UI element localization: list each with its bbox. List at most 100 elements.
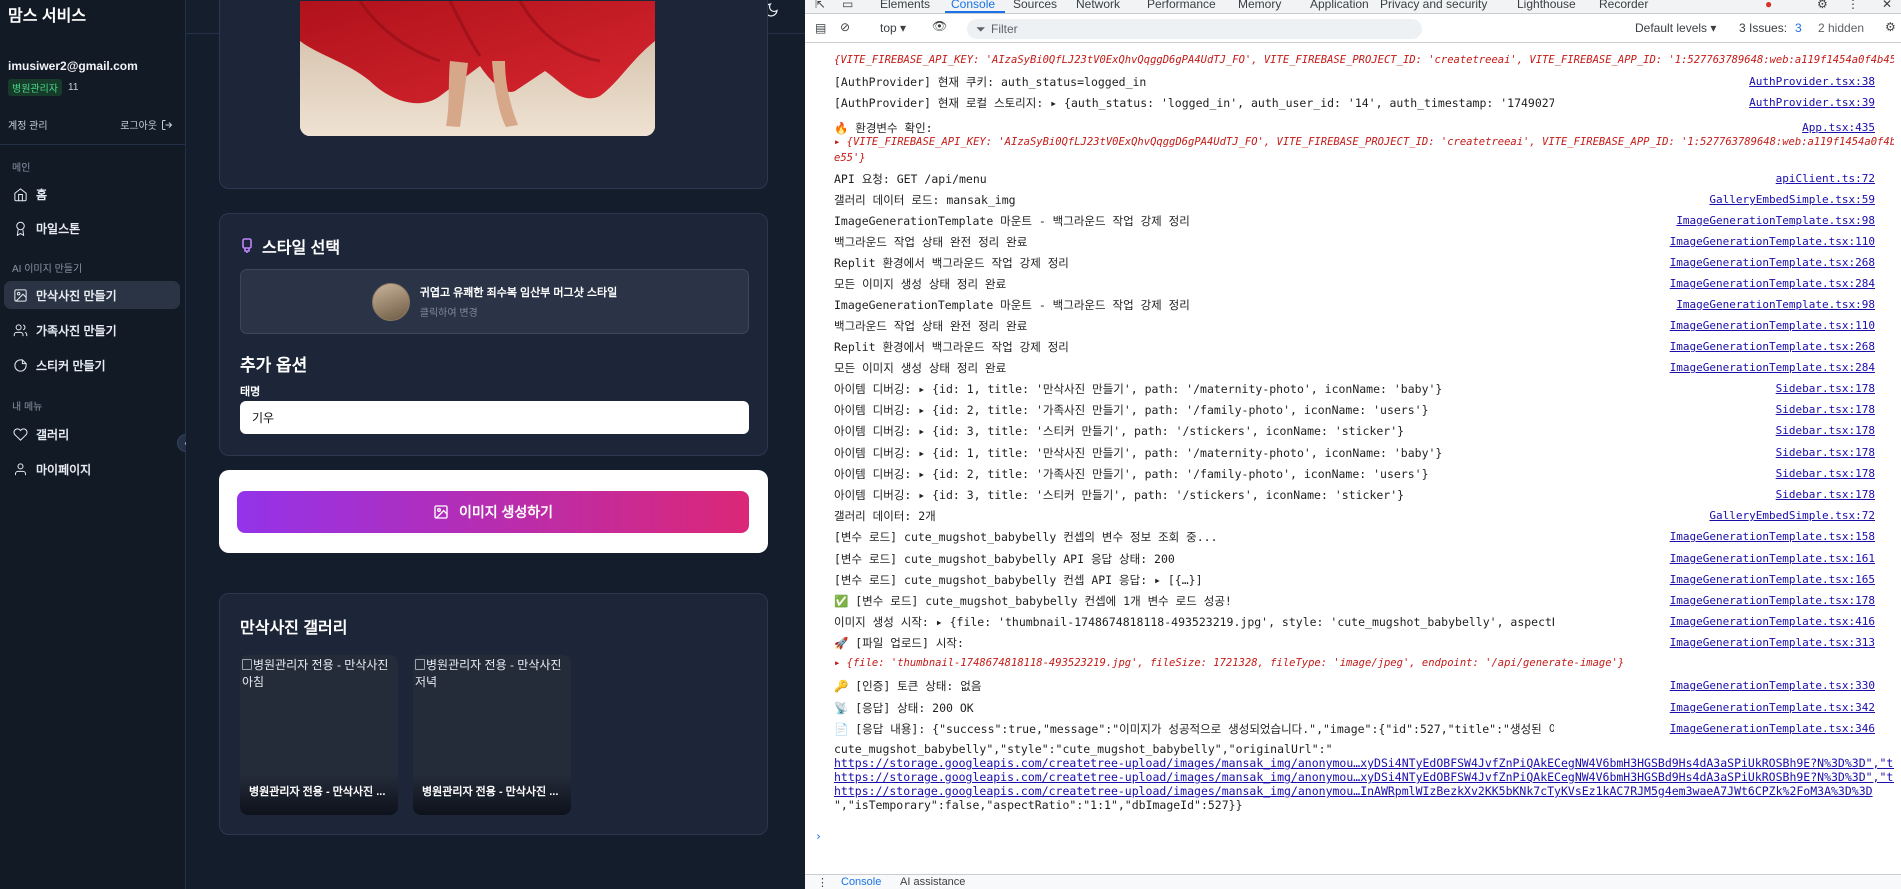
tab-elements[interactable]: Elements [880, 0, 930, 11]
console-source-link[interactable]: GalleryEmbedSimple.tsx:59 [1709, 192, 1875, 208]
sidebar-item-milestone[interactable]: 마일스톤 [4, 214, 180, 242]
sidebar-item-family-photo[interactable]: 가족사진 만들기 [4, 316, 180, 344]
console-source-link[interactable]: Sidebar.tsx:178 [1776, 466, 1875, 482]
gallery-item[interactable]: 병원관리자 전용 - 만삭사진 아침 병원관리자 전용 - 만삭사진 ... [240, 655, 398, 815]
console-log-message: ▸ {VITE_FIREBASE_API_KEY: 'AIzaSyBi0QfLJ… [834, 136, 1894, 148]
style-selector[interactable]: 귀엽고 유쾌한 죄수복 임산부 머그샷 스타일 클릭하여 변경 [240, 269, 749, 334]
console-source-link[interactable]: ImageGenerationTemplate.tsx:268 [1670, 339, 1875, 355]
filter-input[interactable]: ⏷ Filter [967, 19, 1422, 39]
inspect-icon[interactable]: ⇱ [815, 0, 825, 11]
issues-label[interactable]: 3 Issues: [1739, 21, 1787, 35]
console-source-link[interactable]: AuthProvider.tsx:38 [1749, 74, 1875, 90]
console-source-link[interactable]: Sidebar.tsx:178 [1776, 381, 1875, 397]
gallery-caption: 병원관리자 전용 - 만삭사진 ... [413, 775, 571, 815]
drawer-tab-ai-assistance[interactable]: AI assistance [900, 876, 965, 888]
console-source-link[interactable]: Sidebar.tsx:178 [1776, 445, 1875, 461]
tab-recorder[interactable]: Recorder [1599, 0, 1648, 11]
tab-sources[interactable]: Sources [1013, 0, 1057, 11]
console-log-message: API 요청: GET /api/menu [834, 172, 987, 186]
console-source-link[interactable]: ImageGenerationTemplate.tsx:416 [1670, 614, 1875, 630]
console-log-message: e55'} [834, 152, 866, 164]
console-source-link[interactable]: ImageGenerationTemplate.tsx:268 [1670, 255, 1875, 271]
more-options-icon[interactable]: ⋮ [1847, 0, 1859, 11]
console-source-link[interactable]: ImageGenerationTemplate.tsx:98 [1676, 297, 1875, 313]
console-log-message: ▸ {file: 'thumbnail-1748674818118-493523… [834, 657, 1625, 669]
console-source-link[interactable]: Sidebar.tsx:178 [1776, 402, 1875, 418]
console-log-message: 모든 이미지 생성 상태 정리 완료 [834, 361, 1007, 375]
console-source-link[interactable]: ImageGenerationTemplate.tsx:98 [1676, 213, 1875, 229]
log-level-selector[interactable]: Default levels ▾ [1635, 21, 1716, 35]
sticker-icon [14, 358, 27, 372]
console-log-message: 백그라운드 작업 상태 완전 정리 완료 [834, 319, 1028, 333]
sidebar-item-gallery[interactable]: 갤러리 [4, 420, 180, 448]
tab-memory[interactable]: Memory [1238, 0, 1281, 11]
devtools-tab-bar: ⇱ ▭ Elements Console Sources Network Per… [805, 0, 1901, 14]
sidebar-divider [0, 144, 185, 145]
role-count: 11 [68, 82, 79, 93]
console-log-message: 갤러리 데이터: 2개 [834, 509, 936, 523]
tab-performance[interactable]: Performance [1147, 0, 1216, 11]
account-manage-link[interactable]: 계정 관리 [8, 117, 48, 132]
console-source-link[interactable]: ImageGenerationTemplate.tsx:342 [1670, 700, 1875, 716]
fetal-name-input[interactable] [240, 401, 749, 434]
gallery-item[interactable]: 병원관리자 전용 - 만삭사진 저녁 병원관리자 전용 - 만삭사진 ... [413, 655, 571, 815]
sidebar-item-maternity-photo[interactable]: 만삭사진 만들기 [4, 281, 180, 309]
console-source-link[interactable]: ImageGenerationTemplate.tsx:313 [1670, 635, 1875, 651]
console-source-link[interactable]: ImageGenerationTemplate.tsx:284 [1670, 360, 1875, 376]
sidebar-item-mypage[interactable]: 마이페이지 [4, 455, 180, 483]
console-source-link[interactable]: ImageGenerationTemplate.tsx:330 [1670, 678, 1875, 694]
sidebar-item-home[interactable]: 홈 [4, 180, 180, 208]
style-hint: 클릭하여 변경 [419, 308, 478, 319]
tab-network[interactable]: Network [1076, 0, 1120, 11]
console-source-link[interactable]: ImageGenerationTemplate.tsx:178 [1670, 593, 1875, 609]
console-log-message: ImageGenerationTemplate 마운트 - 백그라운드 작업 강… [834, 214, 1190, 228]
tab-lighthouse[interactable]: Lighthouse [1517, 0, 1576, 11]
clear-console-icon[interactable]: ⊘ [840, 20, 850, 34]
console-source-link[interactable]: Sidebar.tsx:178 [1776, 487, 1875, 503]
sidebar-item-label: 마일스톤 [36, 221, 81, 236]
sidebar-item-stickers[interactable]: 스티커 만들기 [4, 351, 180, 379]
gallery-alt-text: 병원관리자 전용 - 만삭사진 아침 [242, 658, 389, 689]
gear-icon[interactable]: ⚙ [1817, 0, 1828, 11]
console-source-link[interactable]: ImageGenerationTemplate.tsx:110 [1670, 234, 1875, 250]
logout-button[interactable]: 로그아웃 [120, 117, 173, 132]
sidebar-toggle-icon[interactable]: ▤ [815, 21, 826, 35]
console-source-link[interactable]: AuthProvider.tsx:39 [1749, 95, 1875, 111]
console-source-link[interactable]: apiClient.ts:72 [1776, 171, 1875, 187]
tab-application[interactable]: Application [1310, 0, 1369, 11]
console-source-link[interactable]: ImageGenerationTemplate.tsx:158 [1670, 529, 1875, 545]
tab-console[interactable]: Console [951, 0, 995, 11]
active-tab-underline [945, 11, 1005, 13]
device-toolbar-icon[interactable]: ▭ [842, 0, 853, 11]
console-log-message: 아이템 디버깅: ▸ {id: 2, title: '가족사진 만들기', pa… [834, 403, 1429, 417]
console-log-message: 📡 [응답] 상태: 200 OK [834, 701, 974, 715]
issues-count[interactable]: 3 [1795, 21, 1802, 35]
console-source-link[interactable]: Sidebar.tsx:178 [1776, 423, 1875, 439]
console-log-message: 아이템 디버깅: ▸ {id: 3, title: '스티커 만들기', pat… [834, 488, 1405, 502]
logout-icon [162, 119, 173, 130]
drawer-tab-console[interactable]: Console [841, 876, 881, 888]
console-source-link[interactable]: ImageGenerationTemplate.tsx:161 [1670, 551, 1875, 567]
tab-privacy[interactable]: Privacy and security [1380, 0, 1487, 11]
console-log-message: [변수 로드] cute_mugshot_babybelly 컨셉의 변수 정보… [834, 530, 1218, 544]
console-source-link[interactable]: ImageGenerationTemplate.tsx:165 [1670, 572, 1875, 588]
gallery-title: 만삭사진 갤러리 [240, 620, 348, 637]
error-count-icon[interactable]: ● [1765, 0, 1772, 11]
console-source-link[interactable]: ImageGenerationTemplate.tsx:110 [1670, 318, 1875, 334]
generate-image-button[interactable]: 이미지 생성하기 [237, 491, 749, 533]
close-icon[interactable]: ✕ [1882, 0, 1892, 11]
eye-icon[interactable]: 👁 [932, 19, 947, 33]
section-ai-label: AI 이미지 만들기 [12, 264, 83, 275]
sidebar-item-label: 마이페이지 [36, 462, 92, 477]
console-source-link[interactable]: ImageGenerationTemplate.tsx:284 [1670, 276, 1875, 292]
user-email: imusiwer2@gmail.com [8, 59, 138, 73]
broken-image-icon [242, 659, 252, 670]
settings-icon[interactable]: ⚙ [1885, 20, 1896, 34]
console-source-link[interactable]: ImageGenerationTemplate.tsx:346 [1670, 721, 1875, 737]
console-source-link[interactable]: GalleryEmbedSimple.tsx:72 [1709, 508, 1875, 524]
console-log-message: Replit 환경에서 백그라운드 작업 강제 정리 [834, 340, 1069, 354]
brush-icon [242, 238, 252, 253]
drawer-menu-icon[interactable]: ⋮ [817, 876, 828, 889]
uploaded-photo[interactable] [300, 1, 655, 136]
context-selector[interactable]: top ▾ [880, 21, 906, 35]
